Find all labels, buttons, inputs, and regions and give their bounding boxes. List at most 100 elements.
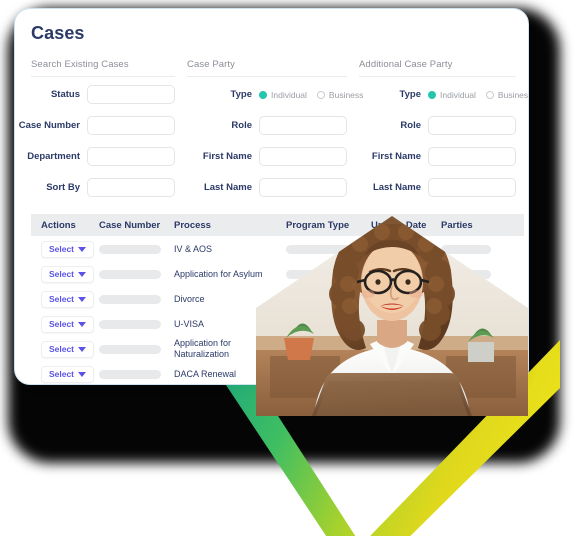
row-update-date-cell xyxy=(371,244,441,254)
cases-table: Actions Case Number Process Program Type… xyxy=(31,214,524,384)
row-program-type-cell xyxy=(286,269,371,279)
select-dropdown-button[interactable]: Select xyxy=(41,290,94,308)
row-case-number-cell xyxy=(99,344,174,354)
row-program-type-cell xyxy=(286,294,371,304)
row-process-label: IV & AOS xyxy=(174,243,213,254)
table-row: Select U-VISA xyxy=(31,312,524,336)
additional-case-party-first-name-input[interactable] xyxy=(428,147,516,166)
case-party-role-input[interactable] xyxy=(259,116,347,135)
row-process-cell: Divorce xyxy=(174,294,286,305)
case-party-first-name-input[interactable] xyxy=(259,147,347,166)
table-row: Select Application for Asylum xyxy=(31,262,524,286)
skeleton-placeholder xyxy=(286,244,362,254)
field-row-sort-by: Sort By xyxy=(31,174,187,201)
radio-label-additional-case-party-business: Business xyxy=(497,89,529,100)
label-case-party-last-name: Last Name xyxy=(203,182,252,193)
select-dropdown-button[interactable]: Select xyxy=(41,240,94,258)
screenshot-root: Cases Search Existing Cases Status Case … xyxy=(0,0,584,536)
table-body: Select IV & AOS Select Application for Asyl… xyxy=(31,237,524,384)
column-header-actions: Actions xyxy=(41,219,76,231)
page-title: Cases xyxy=(31,23,85,43)
row-case-number-cell xyxy=(99,369,174,379)
column-header-update-date: Update Date xyxy=(371,219,427,231)
skeleton-placeholder xyxy=(286,369,362,379)
radio-unselected-icon xyxy=(485,90,494,99)
row-process-label: Application for Asylum xyxy=(174,268,263,279)
sort-by-input[interactable] xyxy=(87,178,175,197)
case-party-last-name-input[interactable] xyxy=(259,178,347,197)
additional-case-party-last-name-input[interactable] xyxy=(428,178,516,197)
section-heading-search-existing-cases: Search Existing Cases xyxy=(31,59,175,77)
radio-case-party-individual[interactable]: Individual xyxy=(259,90,307,100)
column-header-case-number: Case Number xyxy=(99,219,161,231)
row-update-date-cell xyxy=(371,269,441,279)
label-additional-case-party-first-name: First Name xyxy=(371,151,421,162)
row-case-number-cell xyxy=(99,269,174,279)
section-heading-case-party: Case Party xyxy=(187,59,347,77)
row-update-date-cell xyxy=(371,294,441,304)
select-dropdown-label: Select xyxy=(48,269,75,279)
column-header-program-type: Program Type xyxy=(286,219,350,231)
row-program-type-cell xyxy=(286,319,371,329)
skeleton-placeholder xyxy=(371,294,429,304)
row-case-number-cell xyxy=(99,244,174,254)
row-actions-cell: Select xyxy=(31,265,99,283)
radio-selected-icon xyxy=(428,90,436,99)
field-row-case-party-first-name: First Name xyxy=(187,143,359,170)
row-parties-cell xyxy=(441,269,501,279)
row-process-cell: Application for Asylum xyxy=(174,269,286,280)
select-dropdown-label: Select xyxy=(48,319,75,329)
section-heading-additional-case-party: Additional Case Party xyxy=(359,59,516,77)
row-update-date-cell xyxy=(371,319,441,329)
select-dropdown-button[interactable]: Select xyxy=(41,265,94,283)
row-process-cell: U-VISA xyxy=(174,319,286,330)
skeleton-placeholder xyxy=(286,269,362,279)
form-column-search-existing-cases: Search Existing Cases Status Case Number… xyxy=(15,59,187,201)
select-dropdown-button[interactable]: Select xyxy=(41,365,94,383)
label-additional-case-party-type: Type xyxy=(399,89,421,100)
row-process-cell: IV & AOS xyxy=(174,244,286,255)
radio-label-case-party-individual: Individual xyxy=(271,89,307,100)
department-input[interactable] xyxy=(87,147,175,166)
table-row: Select Divorce xyxy=(31,287,524,311)
form-column-case-party: Case Party Type Individual Business Role… xyxy=(187,59,364,201)
chevron-down-icon xyxy=(78,321,87,327)
field-row-case-number: Case Number xyxy=(19,112,187,139)
radio-additional-case-party-individual[interactable]: Individual xyxy=(428,90,476,100)
table-header-row: Actions Case Number Process Program Type… xyxy=(31,214,524,236)
status-input[interactable] xyxy=(87,85,175,104)
row-parties-cell xyxy=(441,319,501,329)
radio-case-party-business[interactable]: Business xyxy=(316,90,363,100)
field-row-status: Status xyxy=(31,81,187,108)
table-row: Select DACA Renewal xyxy=(31,362,524,384)
skeleton-placeholder xyxy=(99,319,161,329)
field-row-additional-case-party-role: Role xyxy=(359,112,528,139)
chevron-down-icon xyxy=(78,346,87,352)
skeleton-placeholder xyxy=(371,319,429,329)
field-row-additional-case-party-last-name: Last Name xyxy=(359,174,528,201)
row-program-type-cell xyxy=(286,369,371,379)
radio-label-additional-case-party-individual: Individual xyxy=(440,89,476,100)
additional-case-party-type-radio-group: Individual Business xyxy=(428,90,528,100)
radio-additional-case-party-business[interactable]: Business xyxy=(485,89,529,100)
row-program-type-cell xyxy=(286,244,371,254)
label-additional-case-party-last-name: Last Name xyxy=(372,182,421,193)
skeleton-placeholder xyxy=(99,244,161,254)
skeleton-placeholder xyxy=(99,344,161,354)
label-sort-by: Sort By xyxy=(46,182,80,193)
skeleton-placeholder xyxy=(441,344,491,354)
field-row-case-party-last-name: Last Name xyxy=(187,174,359,201)
row-update-date-cell xyxy=(371,344,441,354)
select-dropdown-button[interactable]: Select xyxy=(41,340,94,358)
skeleton-placeholder xyxy=(441,319,491,329)
case-number-input[interactable] xyxy=(87,116,175,135)
additional-case-party-role-input[interactable] xyxy=(428,116,516,135)
skeleton-placeholder xyxy=(371,344,429,354)
field-row-department: Department xyxy=(27,143,187,170)
row-program-type-cell xyxy=(286,344,371,354)
row-process-cell: Application for Naturalization xyxy=(174,338,286,359)
label-case-number: Case Number xyxy=(18,120,80,131)
select-dropdown-button[interactable]: Select xyxy=(41,315,94,333)
search-form: Search Existing Cases Status Case Number… xyxy=(15,59,528,201)
field-row-case-party-type: Type Individual Business xyxy=(187,81,364,108)
